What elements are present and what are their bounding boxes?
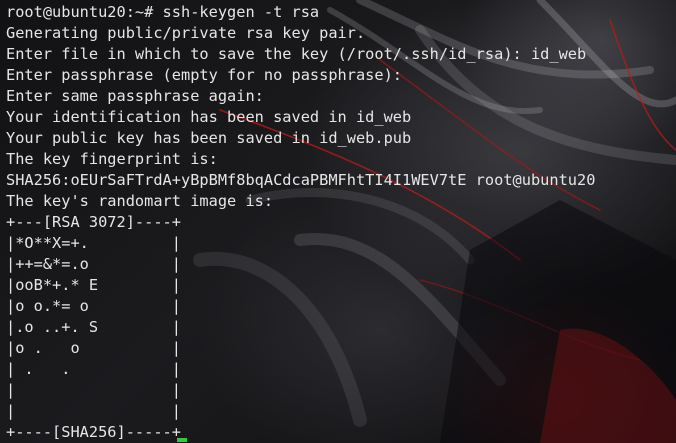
- output-line: Enter passphrase (empty for no passphras…: [6, 66, 403, 84]
- randomart-row: |o . o |: [6, 339, 181, 357]
- fingerprint-line: SHA256:oEUrSaFTrdA+yBpBMf8bqACdcaPBMFhtT…: [6, 171, 596, 189]
- output-line: Enter file in which to save the key (/ro…: [6, 45, 587, 63]
- randomart-row: | . . |: [6, 360, 181, 378]
- terminal-cursor: [177, 438, 187, 442]
- randomart-row: |ooB*+.* E |: [6, 276, 181, 294]
- randomart-row: |o o.*= o |: [6, 297, 181, 315]
- terminal-output[interactable]: root@ubuntu20:~# ssh-keygen -t rsa Genera…: [6, 2, 595, 443]
- output-line: The key's randomart image is:: [6, 192, 274, 210]
- randomart-border-top: +---[RSA 3072]----+: [6, 213, 181, 231]
- randomart-row: | |: [6, 381, 181, 399]
- output-line: The key fingerprint is:: [6, 150, 218, 168]
- randomart-border-bottom: +----[SHA256]-----+: [6, 423, 181, 441]
- prompt-command-line: root@ubuntu20:~# ssh-keygen -t rsa: [6, 3, 320, 21]
- randomart-row: |++=&*=.o |: [6, 255, 181, 273]
- randomart-row: |*O**X=+. |: [6, 234, 181, 252]
- output-line: Your identification has been saved in id…: [6, 108, 412, 126]
- output-line: Generating public/private rsa key pair.: [6, 24, 366, 42]
- output-line: Your public key has been saved in id_web…: [6, 129, 412, 147]
- output-line: Enter same passphrase again:: [6, 87, 264, 105]
- terminal-window[interactable]: root@ubuntu20:~# ssh-keygen -t rsa Genera…: [0, 0, 676, 443]
- randomart-row: |.o ..+. S |: [6, 318, 181, 336]
- randomart-row: | |: [6, 402, 181, 420]
